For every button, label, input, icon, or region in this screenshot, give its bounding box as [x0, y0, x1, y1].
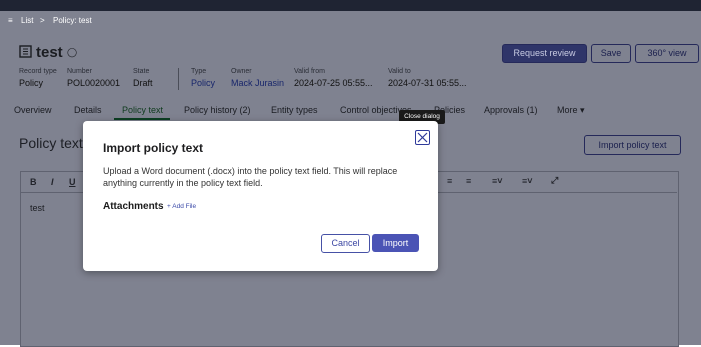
bold-icon[interactable]: B — [30, 177, 37, 187]
meta-label-state: State — [133, 68, 150, 75]
meta-value-record-type: Policy — [19, 78, 44, 88]
underline-icon[interactable]: U — [69, 177, 76, 187]
dialog-title: Import policy text — [103, 141, 204, 155]
import-button[interactable]: Import — [372, 234, 419, 252]
request-review-button[interactable]: Request review — [502, 44, 587, 63]
cancel-button[interactable]: Cancel — [321, 234, 370, 253]
active-tab-indicator — [114, 118, 170, 120]
fullscreen-icon[interactable]: ⤢ — [551, 175, 558, 186]
editor-content[interactable]: test — [30, 203, 45, 213]
tab-details[interactable]: Details — [74, 105, 102, 115]
meta-value-type[interactable]: Policy — [191, 78, 215, 88]
tab-policy-text[interactable]: Policy text — [122, 105, 163, 115]
breadcrumb-current: Policy: test — [53, 16, 92, 25]
list-icon: ≡ — [8, 16, 13, 25]
tag-icon[interactable]: ◯ — [67, 47, 77, 58]
breadcrumb-bar — [0, 11, 701, 33]
close-icon — [417, 132, 428, 143]
import-policy-text-dialog: Import policy text Upload a Word documen… — [83, 121, 438, 271]
meta-value-number: POL0020001 — [67, 78, 121, 88]
numbered-list-icon[interactable]: ≡˅ — [522, 176, 533, 186]
dialog-description: Upload a Word document (.docx) into the … — [103, 166, 398, 188]
meta-value-state: Draft — [133, 78, 153, 88]
breadcrumb-separator: > — [40, 16, 45, 25]
top-nav-bar — [0, 0, 701, 11]
add-file-link[interactable]: + Add File — [167, 203, 196, 210]
tab-entity-types[interactable]: Entity types — [271, 105, 318, 115]
view-360-button[interactable]: 360° view — [635, 44, 699, 63]
tab-more[interactable]: More ▾ — [557, 105, 585, 116]
document-icon — [19, 45, 32, 63]
meta-label-record-type: Record type — [19, 68, 57, 75]
meta-divider — [178, 68, 179, 90]
save-button[interactable]: Save — [591, 44, 631, 63]
italic-icon[interactable]: I — [51, 177, 54, 187]
close-dialog-button[interactable] — [415, 130, 430, 145]
meta-label-owner: Owner — [231, 68, 252, 75]
record-title: test — [36, 44, 63, 61]
breadcrumb-list[interactable]: List — [21, 16, 33, 25]
meta-label-type: Type — [191, 68, 207, 75]
section-title: Policy text — [19, 135, 83, 151]
attachments-label: Attachments — [103, 201, 164, 212]
meta-value-owner[interactable]: Mack Jurasin — [231, 78, 284, 88]
align-justify-icon[interactable]: ≡ — [447, 176, 452, 186]
meta-value-valid-to: 2024-07-31 05:55... — [388, 78, 467, 88]
meta-label-valid-to: Valid to — [388, 68, 411, 75]
meta-label-number: Number — [67, 68, 92, 75]
tab-policy-history[interactable]: Policy history (2) — [184, 105, 251, 115]
bullet-list-icon[interactable]: ≡˅ — [492, 176, 503, 186]
import-policy-text-button[interactable]: Import policy text — [584, 135, 681, 155]
tab-approvals[interactable]: Approvals (1) — [484, 105, 538, 115]
meta-value-valid-from: 2024-07-25 05:55... — [294, 78, 373, 88]
meta-label-valid-from: Valid from — [294, 68, 325, 75]
tab-overview[interactable]: Overview — [14, 105, 52, 115]
align-right-icon[interactable]: ≡ — [466, 176, 471, 186]
